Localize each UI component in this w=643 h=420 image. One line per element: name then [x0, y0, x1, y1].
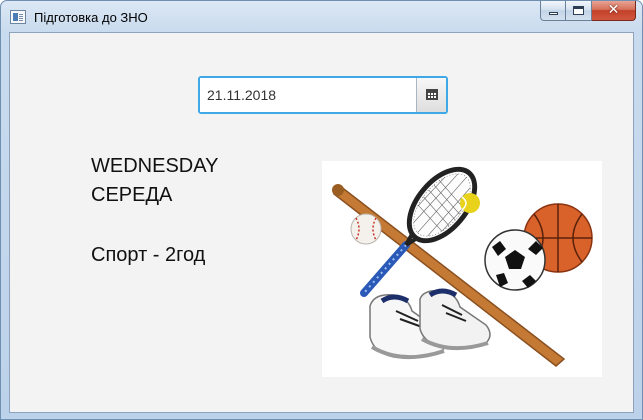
calendar-button[interactable]: [416, 78, 446, 112]
sports-equipment-image: [322, 161, 602, 377]
baseball-icon: [350, 213, 382, 245]
day-name-english: WEDNESDAY: [91, 155, 219, 177]
date-input[interactable]: [200, 78, 417, 112]
window-title: Підготовка до ЗНО: [34, 10, 148, 25]
day-name-ukrainian: СЕРЕДА: [91, 184, 173, 206]
title-bar[interactable]: Підготовка до ЗНО ✕: [1, 1, 642, 33]
sports-illustration: [332, 163, 593, 367]
app-icon: [10, 10, 26, 24]
window-controls: ✕: [540, 1, 636, 21]
activity-label: Спорт - 2год: [91, 244, 206, 266]
date-picker[interactable]: [198, 76, 448, 114]
close-icon: ✕: [607, 2, 620, 18]
tennis-ball-icon: [460, 193, 480, 213]
minimize-icon: [549, 12, 558, 15]
soccer-ball-icon: [484, 229, 546, 291]
calendar-icon: [426, 89, 438, 100]
client-area: WEDNESDAY СЕРЕДА Спорт - 2год: [9, 32, 634, 413]
app-window: Підготовка до ЗНО ✕ WEDNESDAY СЕРЕДА Спо…: [0, 0, 643, 420]
close-button[interactable]: ✕: [592, 1, 636, 21]
maximize-icon: [573, 6, 584, 15]
maximize-button[interactable]: [566, 1, 592, 21]
minimize-button[interactable]: [540, 1, 566, 21]
